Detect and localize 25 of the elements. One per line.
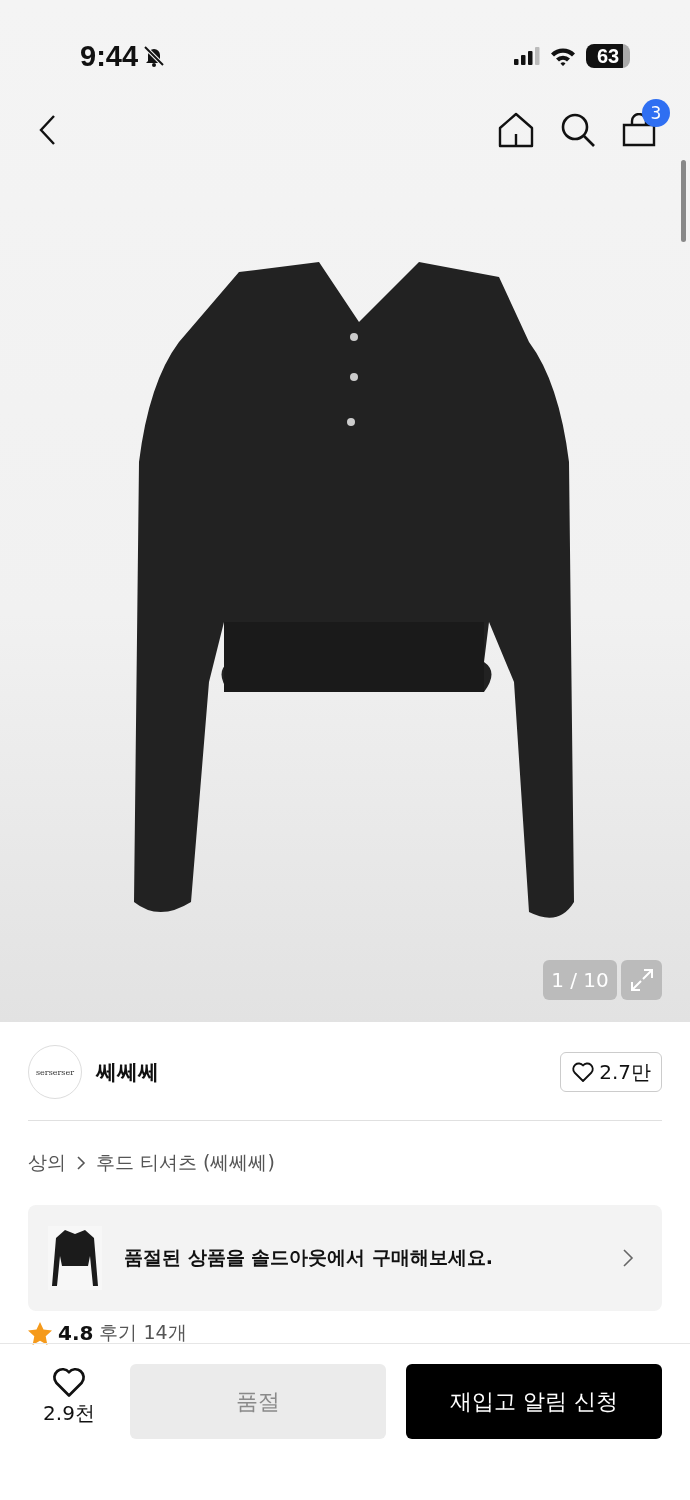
signal-icon: [514, 47, 540, 65]
star-icon: [28, 1321, 52, 1345]
battery-level: 63: [596, 44, 620, 68]
chevron-right-icon: [622, 1248, 634, 1268]
store-name[interactable]: 쎄쎄쎄: [96, 1058, 561, 1086]
back-button[interactable]: [38, 114, 58, 146]
home-icon[interactable]: [498, 112, 534, 148]
banner-text: 품절된 상품을 솔드아웃에서 구매해보세요.: [124, 1245, 495, 1270]
cart-count-badge: 3: [642, 99, 670, 127]
wifi-icon: [550, 46, 576, 66]
restock-alert-button[interactable]: 재입고 알림 신청: [406, 1364, 662, 1439]
image-counter: 1 / 10: [543, 960, 617, 1000]
breadcrumb-link[interactable]: 후드 티셔츠 (쎄쎄쎄): [96, 1150, 275, 1176]
soldout-banner[interactable]: 품절된 상품을 솔드아웃에서 구매해보세요.: [28, 1205, 662, 1311]
rating-score: 4.8: [58, 1321, 94, 1345]
store-like-button[interactable]: 2.7만: [560, 1052, 662, 1092]
logo-text: serserser: [36, 1067, 74, 1077]
chevron-left-icon: [38, 114, 58, 146]
chevron-right-icon: [76, 1156, 86, 1170]
search-icon[interactable]: [560, 112, 596, 148]
reviews-link[interactable]: 후기 14개: [99, 1320, 187, 1346]
wishlist-button[interactable]: 2.9천: [28, 1364, 110, 1427]
status-time: 9:44: [80, 39, 139, 73]
expand-icon: [628, 967, 655, 993]
breadcrumb-link[interactable]: 상의: [28, 1150, 66, 1176]
